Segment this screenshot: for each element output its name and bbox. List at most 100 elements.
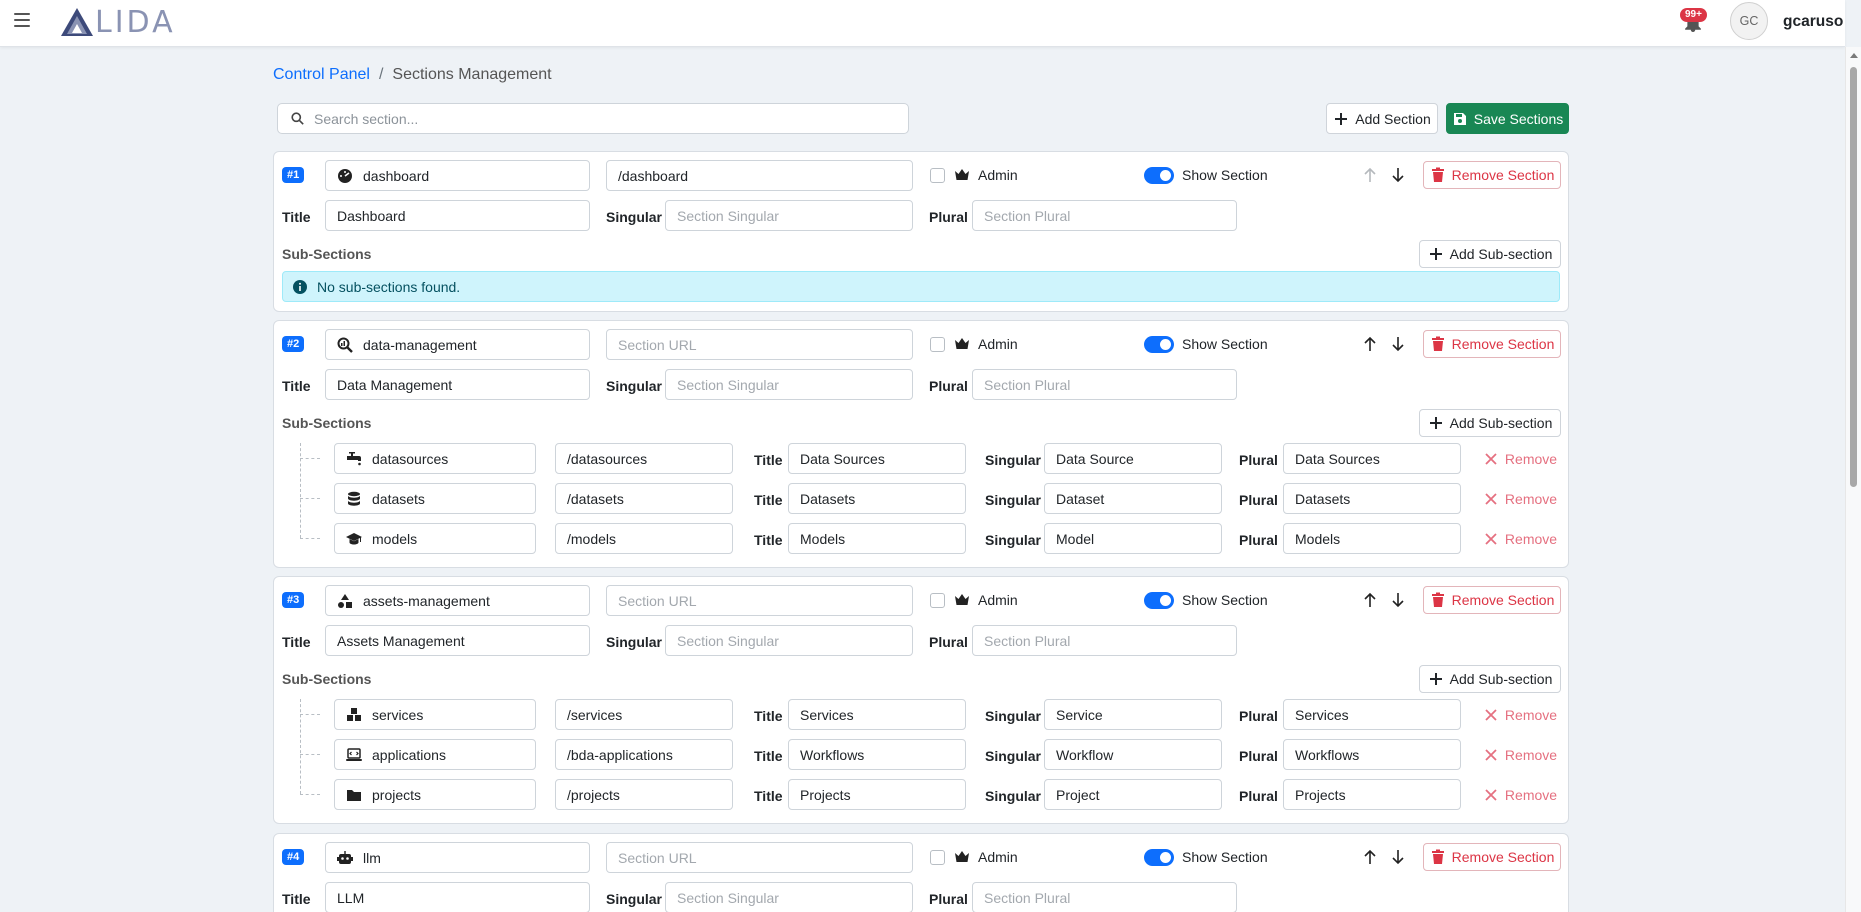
subsection-title-field[interactable]: Data Sources <box>788 443 966 474</box>
remove-subsection-button[interactable]: Remove <box>1479 483 1561 514</box>
move-down-icon[interactable] <box>1391 336 1405 352</box>
show-section-toggle[interactable] <box>1144 167 1174 184</box>
move-down-icon[interactable] <box>1391 592 1405 608</box>
subsection-url-field[interactable]: /datasources <box>555 443 733 474</box>
subsection-plural-field[interactable]: Projects <box>1283 779 1461 810</box>
add-sub-section-button[interactable]: Add Sub-section <box>1419 665 1561 693</box>
save-sections-button[interactable]: Save Sections <box>1446 103 1569 134</box>
subsection-title-field[interactable]: Services <box>788 699 966 730</box>
section-key-field[interactable]: assets-management <box>325 585 590 616</box>
section-singular-field[interactable]: Section Singular <box>665 369 913 400</box>
admin-checkbox[interactable] <box>930 850 945 865</box>
subsection-singular-field[interactable]: Project <box>1044 779 1222 810</box>
subsection-title-field[interactable]: Workflows <box>788 739 966 770</box>
subsection-url-field[interactable]: /bda-applications <box>555 739 733 770</box>
move-up-icon[interactable] <box>1363 592 1377 608</box>
subsection-key-field[interactable]: models <box>334 523 536 554</box>
remove-section-button[interactable]: Remove Section <box>1423 161 1561 189</box>
subsection-key-field[interactable]: applications <box>334 739 536 770</box>
section-key-field[interactable]: data-management <box>325 329 590 360</box>
subsection-title-field[interactable]: Models <box>788 523 966 554</box>
breadcrumb-control-panel[interactable]: Control Panel <box>273 66 370 84</box>
subsection-key-field[interactable]: datasources <box>334 443 536 474</box>
section-url-field[interactable]: Section URL <box>606 842 913 873</box>
subsection-plural-field-value: Workflows <box>1295 746 1360 763</box>
avatar[interactable]: GC <box>1730 2 1768 40</box>
move-down-icon[interactable] <box>1391 849 1405 865</box>
add-section-button[interactable]: Add Section <box>1326 103 1438 134</box>
subsection-plural-field[interactable]: Data Sources <box>1283 443 1461 474</box>
admin-checkbox[interactable] <box>930 337 945 352</box>
section-key-field[interactable]: llm <box>325 842 590 873</box>
section-singular-field[interactable]: Section Singular <box>665 625 913 656</box>
remove-subsection-button[interactable]: Remove <box>1479 523 1561 554</box>
no-subsections-text: No sub-sections found. <box>317 278 461 295</box>
scroll-up-icon[interactable] <box>1850 53 1858 58</box>
remove-subsection-button[interactable]: Remove <box>1479 779 1561 810</box>
subsection-url-field[interactable]: /projects <box>555 779 733 810</box>
section-plural-field[interactable]: Section Plural <box>972 200 1237 231</box>
section-card: #1 dashboard/dashboard Admin Show Section Re… <box>273 151 1569 312</box>
subsection-url-field[interactable]: /datasets <box>555 483 733 514</box>
remove-subsection-button[interactable]: Remove <box>1479 443 1561 474</box>
crown-icon <box>954 167 970 183</box>
app-logo[interactable]: LIDA <box>60 5 176 40</box>
remove-section-button[interactable]: Remove Section <box>1423 330 1561 358</box>
singular-label: Singular <box>606 209 663 225</box>
section-plural-field[interactable]: Section Plural <box>972 625 1237 656</box>
section-key-field[interactable]: dashboard <box>325 160 590 191</box>
section-title-field[interactable]: LLM <box>325 882 590 912</box>
section-singular-field[interactable]: Section Singular <box>665 200 913 231</box>
subsection-key-field[interactable]: datasets <box>334 483 536 514</box>
subsection-singular-field[interactable]: Workflow <box>1044 739 1222 770</box>
section-title-field[interactable]: Dashboard <box>325 200 590 231</box>
page-scrollbar[interactable] <box>1845 47 1861 912</box>
subsection-key-field-value: applications <box>372 746 446 763</box>
subsection-plural-field[interactable]: Datasets <box>1283 483 1461 514</box>
subsection-singular-field[interactable]: Service <box>1044 699 1222 730</box>
section-url-field[interactable]: Section URL <box>606 329 913 360</box>
remove-subsection-button[interactable]: Remove <box>1479 739 1561 770</box>
show-section-toggle[interactable] <box>1144 849 1174 866</box>
subsection-title-field[interactable]: Projects <box>788 779 966 810</box>
subsection-url-field[interactable]: /models <box>555 523 733 554</box>
move-up-icon[interactable] <box>1363 336 1377 352</box>
show-section-toggle[interactable] <box>1144 336 1174 353</box>
subsection-singular-field[interactable]: Model <box>1044 523 1222 554</box>
admin-checkbox[interactable] <box>930 593 945 608</box>
add-sub-section-button[interactable]: Add Sub-section <box>1419 240 1561 268</box>
section-plural-field[interactable]: Section Plural <box>972 882 1237 912</box>
section-plural-field[interactable]: Section Plural <box>972 369 1237 400</box>
section-title-field[interactable]: Data Management <box>325 369 590 400</box>
subsection-plural-field[interactable]: Services <box>1283 699 1461 730</box>
subsection-plural-field[interactable]: Workflows <box>1283 739 1461 770</box>
section-singular-field[interactable]: Section Singular <box>665 882 913 912</box>
scroll-thumb[interactable] <box>1850 67 1857 487</box>
section-url-field[interactable]: /dashboard <box>606 160 913 191</box>
subsection-plural-field[interactable]: Models <box>1283 523 1461 554</box>
subsection-url-field[interactable]: /services <box>555 699 733 730</box>
section-key-field-value: assets-management <box>363 592 490 609</box>
menu-toggle-icon[interactable] <box>14 13 30 27</box>
remove-section-button[interactable]: Remove Section <box>1423 586 1561 614</box>
move-down-icon[interactable] <box>1391 167 1405 183</box>
add-sub-section-button[interactable]: Add Sub-section <box>1419 409 1561 437</box>
subsection-title-field-value: Models <box>800 530 846 547</box>
move-up-icon[interactable] <box>1363 167 1377 183</box>
section-url-field[interactable]: Section URL <box>606 585 913 616</box>
section-title-field[interactable]: Assets Management <box>325 625 590 656</box>
username[interactable]: gcaruso <box>1783 13 1843 31</box>
remove-subsection-button[interactable]: Remove <box>1479 699 1561 730</box>
subsection-singular-label: Singular <box>985 788 1042 804</box>
show-section-toggle[interactable] <box>1144 592 1174 609</box>
subsection-title-field[interactable]: Datasets <box>788 483 966 514</box>
subsection-singular-field[interactable]: Dataset <box>1044 483 1222 514</box>
admin-checkbox[interactable] <box>930 168 945 183</box>
subsection-key-field[interactable]: services <box>334 699 536 730</box>
move-up-icon[interactable] <box>1363 849 1377 865</box>
subsection-key-field[interactable]: projects <box>334 779 536 810</box>
remove-section-button[interactable]: Remove Section <box>1423 843 1561 871</box>
search-input[interactable] <box>314 110 874 127</box>
subsection-singular-field[interactable]: Data Source <box>1044 443 1222 474</box>
add-sub-section-label: Add Sub-section <box>1449 671 1553 687</box>
